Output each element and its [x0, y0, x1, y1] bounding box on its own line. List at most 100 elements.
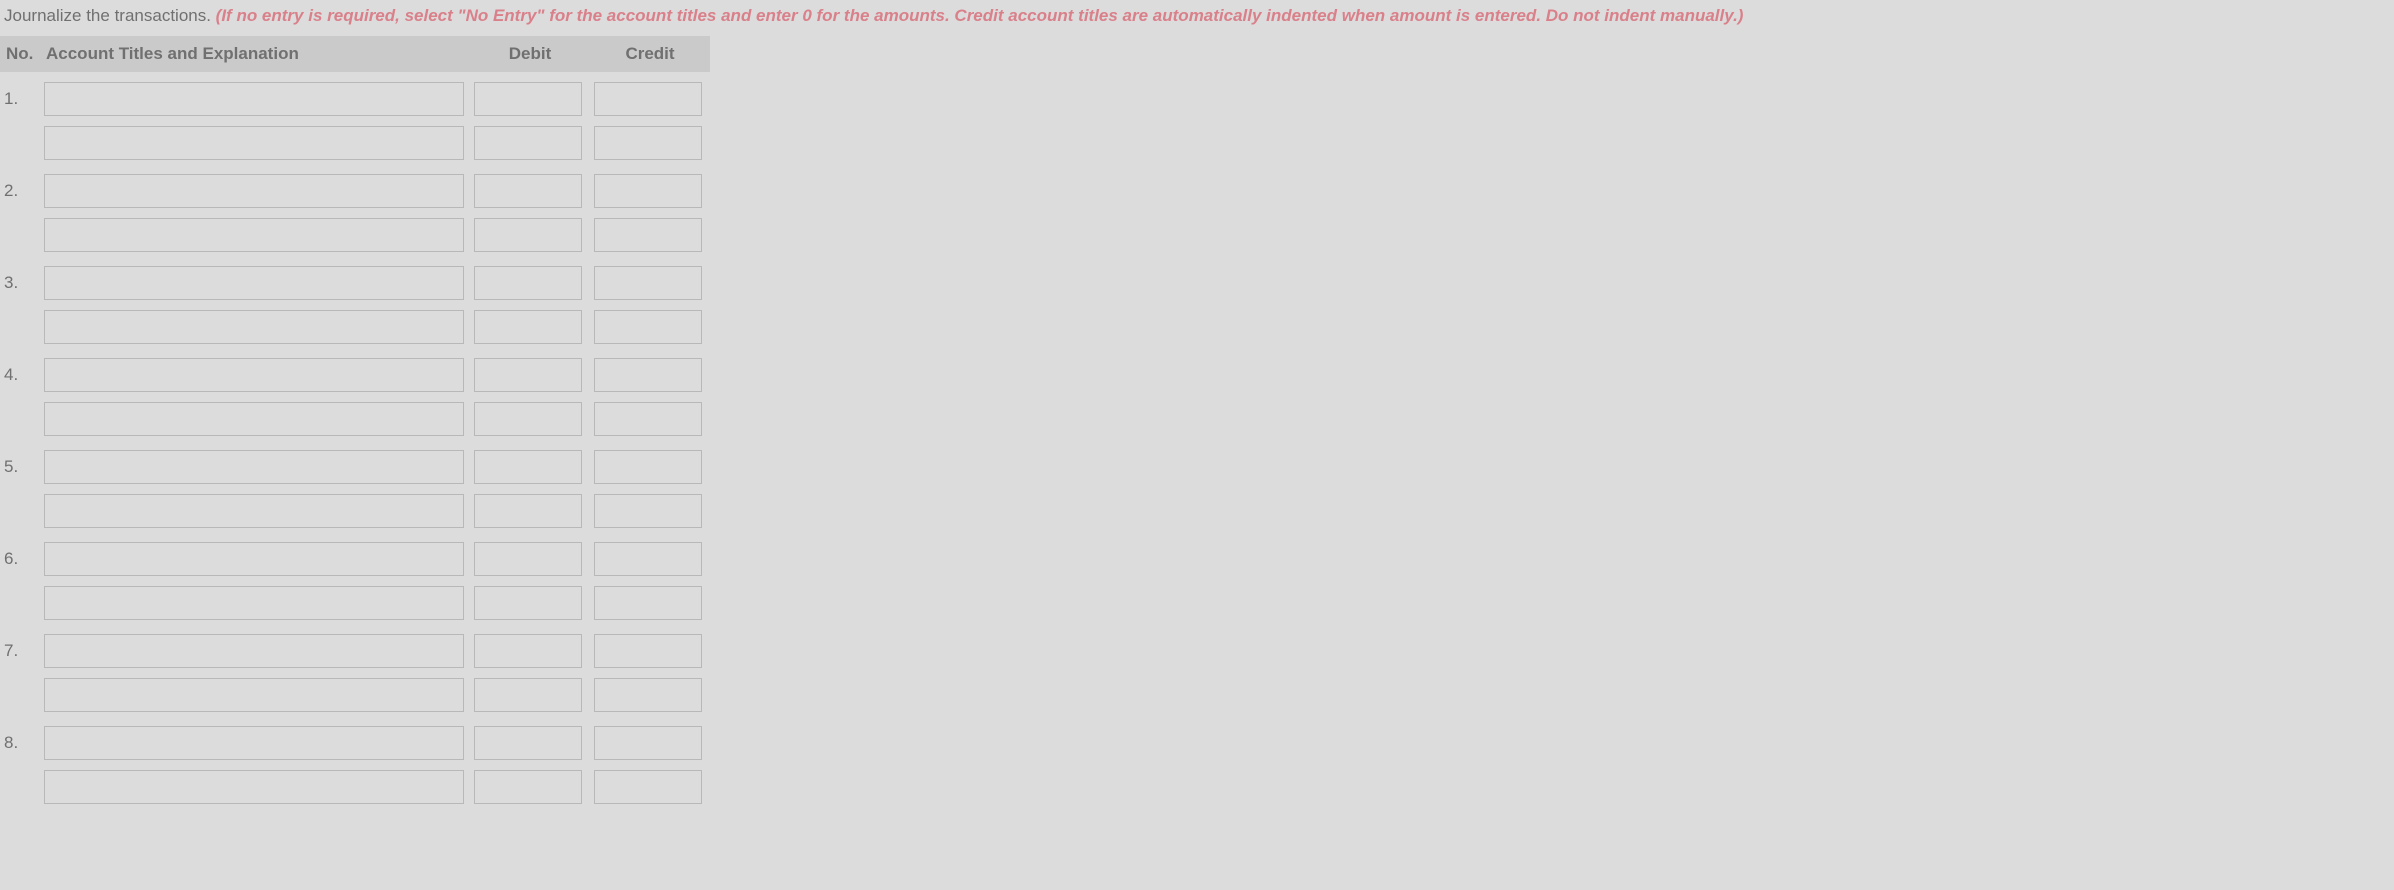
credit-input[interactable] [594, 586, 702, 620]
account-cell [40, 764, 470, 808]
debit-cell [470, 624, 590, 672]
credit-cell [590, 440, 710, 488]
credit-input[interactable] [594, 494, 702, 528]
credit-cell [590, 624, 710, 672]
credit-cell [590, 164, 710, 212]
debit-cell [470, 212, 590, 256]
account-title-input[interactable] [44, 726, 464, 760]
journal-table: No. Account Titles and Explanation Debit… [0, 36, 710, 808]
journal-row [0, 488, 710, 532]
journal-row: 7. [0, 624, 710, 672]
credit-input[interactable] [594, 310, 702, 344]
account-title-input[interactable] [44, 218, 464, 252]
account-title-input[interactable] [44, 358, 464, 392]
debit-cell [470, 580, 590, 624]
credit-input[interactable] [594, 126, 702, 160]
debit-cell [470, 672, 590, 716]
credit-input[interactable] [594, 678, 702, 712]
journal-row [0, 396, 710, 440]
debit-input[interactable] [474, 542, 582, 576]
account-cell [40, 440, 470, 488]
debit-input[interactable] [474, 402, 582, 436]
account-cell [40, 348, 470, 396]
journal-tbody: 1.2.3.4.5.6.7.8. [0, 72, 710, 808]
debit-input[interactable] [474, 770, 582, 804]
journal-row [0, 580, 710, 624]
entry-number [0, 212, 40, 256]
account-title-input[interactable] [44, 586, 464, 620]
credit-input[interactable] [594, 358, 702, 392]
entry-number: 5. [0, 440, 40, 488]
account-cell [40, 488, 470, 532]
account-title-input[interactable] [44, 82, 464, 116]
entry-number [0, 488, 40, 532]
entry-number: 1. [0, 72, 40, 120]
instruction-prefix: Journalize the transactions. [4, 6, 216, 25]
debit-input[interactable] [474, 310, 582, 344]
account-cell [40, 212, 470, 256]
journal-row: 2. [0, 164, 710, 212]
account-title-input[interactable] [44, 542, 464, 576]
credit-input[interactable] [594, 726, 702, 760]
debit-input[interactable] [474, 726, 582, 760]
debit-cell [470, 716, 590, 764]
credit-input[interactable] [594, 402, 702, 436]
debit-input[interactable] [474, 678, 582, 712]
journal-row: 8. [0, 716, 710, 764]
credit-cell [590, 72, 710, 120]
debit-input[interactable] [474, 358, 582, 392]
entry-number [0, 672, 40, 716]
debit-input[interactable] [474, 218, 582, 252]
account-title-input[interactable] [44, 310, 464, 344]
debit-cell [470, 396, 590, 440]
account-title-input[interactable] [44, 450, 464, 484]
debit-input[interactable] [474, 494, 582, 528]
credit-input[interactable] [594, 770, 702, 804]
credit-input[interactable] [594, 218, 702, 252]
account-cell [40, 672, 470, 716]
credit-cell [590, 716, 710, 764]
account-title-input[interactable] [44, 770, 464, 804]
credit-input[interactable] [594, 542, 702, 576]
account-title-input[interactable] [44, 174, 464, 208]
credit-cell [590, 764, 710, 808]
debit-input[interactable] [474, 174, 582, 208]
credit-cell [590, 304, 710, 348]
account-title-input[interactable] [44, 126, 464, 160]
debit-input[interactable] [474, 586, 582, 620]
debit-input[interactable] [474, 126, 582, 160]
debit-input[interactable] [474, 450, 582, 484]
account-title-input[interactable] [44, 494, 464, 528]
account-title-input[interactable] [44, 634, 464, 668]
credit-input[interactable] [594, 82, 702, 116]
account-title-input[interactable] [44, 266, 464, 300]
entry-number [0, 396, 40, 440]
credit-input[interactable] [594, 450, 702, 484]
journal-row: 3. [0, 256, 710, 304]
debit-cell [470, 256, 590, 304]
header-no: No. [0, 36, 40, 72]
debit-input[interactable] [474, 634, 582, 668]
journal-row [0, 672, 710, 716]
account-cell [40, 624, 470, 672]
credit-input[interactable] [594, 634, 702, 668]
journal-row: 4. [0, 348, 710, 396]
entry-number: 8. [0, 716, 40, 764]
credit-cell [590, 120, 710, 164]
account-title-input[interactable] [44, 678, 464, 712]
journal-row [0, 764, 710, 808]
debit-cell [470, 440, 590, 488]
instruction-emphasis: (If no entry is required, select "No Ent… [216, 6, 1744, 25]
credit-input[interactable] [594, 174, 702, 208]
debit-input[interactable] [474, 266, 582, 300]
account-cell [40, 72, 470, 120]
debit-cell [470, 72, 590, 120]
entry-number [0, 580, 40, 624]
journal-row [0, 304, 710, 348]
debit-cell [470, 164, 590, 212]
account-cell [40, 532, 470, 580]
account-title-input[interactable] [44, 402, 464, 436]
credit-cell [590, 396, 710, 440]
debit-input[interactable] [474, 82, 582, 116]
credit-input[interactable] [594, 266, 702, 300]
